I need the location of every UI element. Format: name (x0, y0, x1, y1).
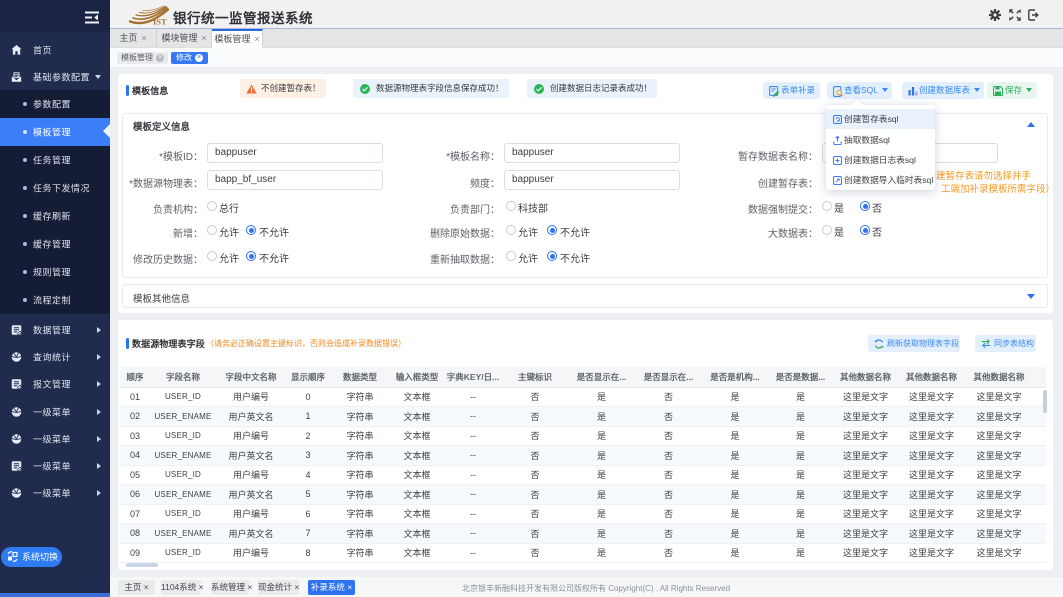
svg-text:IST: IST (153, 17, 167, 27)
